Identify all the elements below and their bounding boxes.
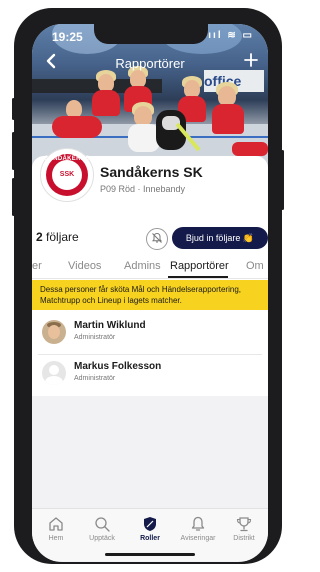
bottom-tab-roller[interactable]: Roller (126, 515, 174, 542)
reporters-info-banner: Dessa personer får sköta Mål och Händels… (32, 280, 268, 310)
reporter-name: Markus Folkesson (74, 361, 162, 372)
home-indicator (105, 553, 195, 556)
bottom-tab-label: Upptäck (89, 535, 115, 542)
page-title: Rapportörer (115, 56, 185, 71)
active-tab-indicator (168, 276, 228, 278)
club-name: Sandåkerns SK (100, 164, 203, 180)
tab-bar: er Videos Admins Rapportörer Om (32, 254, 268, 279)
empty-area (32, 396, 268, 508)
app-screen: office 19:25 ııl ≋ ▭ Rapportörer SANDÅKE… (32, 24, 268, 562)
bottom-tab-label: Roller (140, 535, 160, 542)
bottom-tab-aviseringar[interactable]: Aviseringar (172, 515, 224, 542)
tab-truncated[interactable]: er (32, 260, 42, 272)
bottom-tab-bar: Hem Upptäck Roller Aviseringar Distrikt (32, 508, 268, 561)
nav-bar: Rapportörer (32, 50, 268, 78)
tab-om[interactable]: Om (246, 260, 264, 272)
club-subtitle: P09 Röd · Innebandy (100, 184, 186, 194)
status-icons: ııl ≋ ▭ (208, 30, 254, 41)
club-logo-center-text: SSK (59, 171, 75, 178)
avatar (42, 320, 66, 344)
bottom-tab-label: Aviseringar (180, 535, 216, 542)
reporter-role: Administratör (74, 334, 116, 341)
tab-videos[interactable]: Videos (68, 260, 101, 272)
bottom-tab-upptack[interactable]: Upptäck (78, 515, 126, 542)
bottom-tab-label: Distrikt (233, 535, 255, 542)
reporter-name: Martin Wiklund (74, 320, 146, 331)
invite-followers-button[interactable]: Bjud in följare 👏 (172, 227, 268, 249)
bottom-tab-label: Hem (48, 535, 64, 542)
follower-count[interactable]: 2 följare (36, 230, 79, 244)
team-card: SANDÅKERNS SSK Sandåkerns SK P09 Röd · I… (32, 148, 268, 508)
club-logo-ring-text: SANDÅKERNS (44, 156, 90, 162)
shield-icon (144, 517, 156, 531)
bell-off-icon (151, 232, 163, 243)
home-icon (49, 517, 63, 531)
avatar-placeholder (42, 361, 66, 385)
status-bar: 19:25 ııl ≋ ▭ (32, 24, 268, 46)
bottom-tab-hem[interactable]: Hem (32, 515, 80, 542)
reporters-list: Martin Wiklund Administratör Markus Folk… (38, 314, 262, 392)
status-time: 19:25 (52, 30, 83, 44)
mute-notifications-button[interactable] (146, 228, 168, 250)
tab-rapportorer[interactable]: Rapportörer (170, 260, 229, 272)
reporter-role: Administratör (74, 375, 116, 382)
club-logo: SANDÅKERNS SSK (40, 148, 94, 202)
follower-count-number: 2 (36, 230, 43, 244)
bell-icon (191, 516, 205, 531)
search-icon (95, 517, 110, 532)
plus-icon[interactable] (240, 50, 262, 72)
list-item[interactable]: Martin Wiklund Administratör (38, 314, 262, 350)
bottom-tab-distrikt[interactable]: Distrikt (220, 515, 268, 542)
list-item[interactable]: Markus Folkesson Administratör (38, 354, 262, 391)
trophy-icon (236, 517, 252, 532)
tab-admins[interactable]: Admins (124, 260, 161, 272)
follower-count-label: följare (46, 230, 79, 244)
